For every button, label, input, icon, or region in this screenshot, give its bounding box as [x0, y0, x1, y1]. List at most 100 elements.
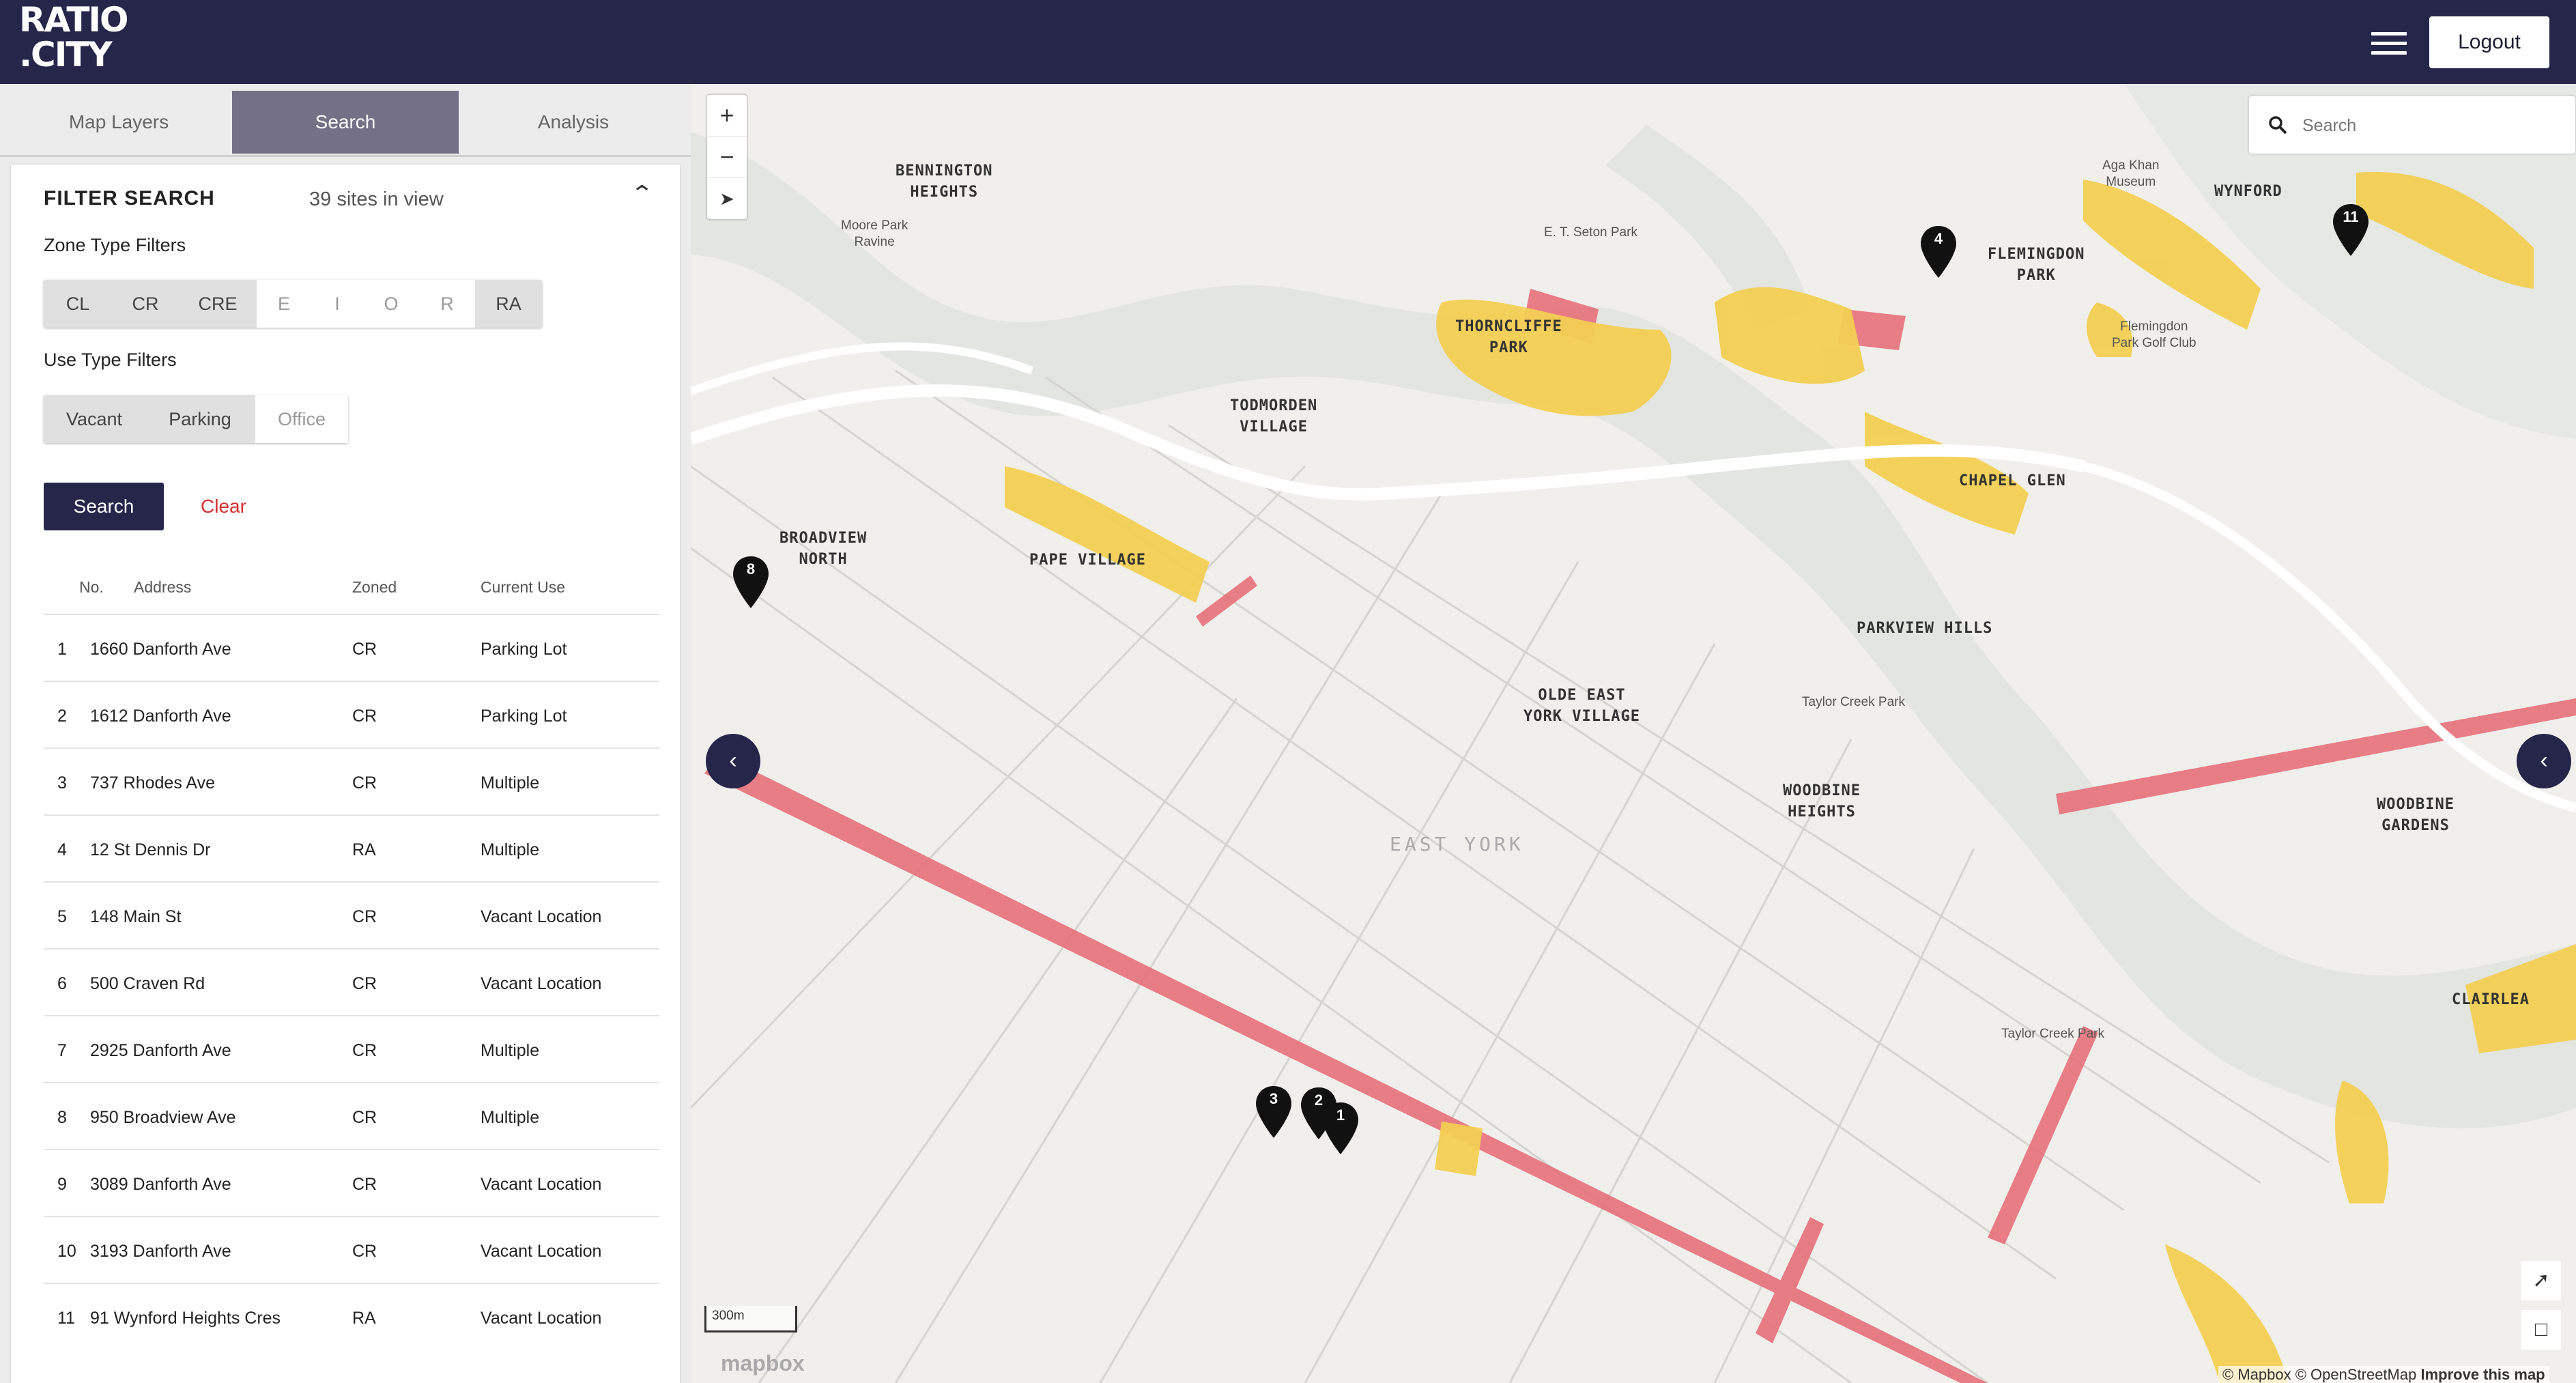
site-marker[interactable]: 4 — [1919, 225, 1958, 279]
row-number: 1 — [57, 640, 67, 659]
row-current-use: Multiple — [481, 840, 540, 859]
column-header-no: No. — [79, 578, 104, 596]
zone-filter-e[interactable]: E — [257, 280, 311, 328]
site-marker[interactable]: 3 — [1255, 1085, 1293, 1139]
site-marker[interactable]: 8 — [732, 555, 770, 610]
zone-filter-cl[interactable]: CL — [44, 280, 112, 328]
collapse-sidebar-button[interactable]: ‹ — [706, 734, 760, 788]
table-row[interactable]: 7 2925 Danforth Ave CR Multiple — [44, 1015, 659, 1083]
place-label: BROADVIEW NORTH — [779, 530, 868, 568]
row-address: 148 Main St — [90, 907, 182, 926]
row-address: 1612 Danforth Ave — [90, 707, 231, 726]
compass-icon[interactable]: ➤ — [707, 178, 747, 219]
row-address: 12 St Dennis Dr — [90, 840, 211, 859]
tab-search[interactable]: Search — [232, 91, 459, 154]
expand-right-panel-button[interactable]: ‹ — [2517, 734, 2571, 788]
place-label: PARKVIEW HILLS — [1857, 620, 1993, 637]
table-row[interactable]: 5 148 Main St CR Vacant Location — [44, 881, 659, 950]
row-current-use: Multiple — [481, 1041, 540, 1060]
row-zoned: CR — [352, 974, 377, 993]
row-current-use: Vacant Location — [481, 1309, 602, 1328]
table-row[interactable]: 4 12 St Dennis Dr RA Multiple — [44, 814, 659, 883]
use-filter-office[interactable]: Office — [255, 395, 348, 443]
table-row[interactable]: 11 91 Wynford Heights Cres RA Vacant Locati… — [44, 1283, 659, 1351]
map-scale-bar: 300m — [704, 1306, 797, 1332]
chevron-up-icon[interactable]: ⌃ — [630, 182, 654, 205]
row-number: 7 — [57, 1041, 67, 1060]
clear-button[interactable]: Clear — [201, 496, 246, 517]
place-label: E. T. Seton Park — [1544, 225, 1637, 240]
table-row[interactable]: 1 1660 Danforth Ave CR Parking Lot — [44, 614, 659, 682]
row-current-use: Vacant Location — [481, 974, 602, 993]
row-zoned: CR — [352, 907, 377, 926]
row-number: 5 — [57, 907, 67, 926]
hamburger-icon[interactable] — [2371, 32, 2407, 55]
map-view[interactable]: + − ➤ ‹ ‹ BENNINGTONHEIGHTS Moore ParkRa… — [691, 84, 2576, 1383]
table-row[interactable]: 3 737 Rhodes Ave CR Multiple — [44, 747, 659, 816]
zone-filter-cre[interactable]: CRE — [179, 280, 257, 328]
row-number: 4 — [57, 840, 67, 859]
place-label: Flemingdon Park Golf Club — [2112, 319, 2196, 350]
place-label: TODMORDEN VILLAGE — [1230, 397, 1318, 436]
sidebar: Map Layers Search Analysis FILTER SEARCH… — [0, 84, 691, 1383]
mapbox-logo[interactable]: mapbox — [721, 1351, 805, 1376]
map-canvas — [691, 84, 2576, 1383]
site-marker[interactable]: 11 — [2332, 203, 2370, 257]
zone-type-label: Zone Type Filters — [44, 235, 186, 255]
search-button[interactable]: Search — [44, 483, 164, 530]
logo-line-2: .CITY — [19, 35, 113, 74]
row-zoned: CR — [352, 1041, 377, 1060]
use-filter-parking[interactable]: Parking — [145, 395, 255, 443]
row-current-use: Parking Lot — [481, 640, 567, 659]
use-filter-vacant[interactable]: Vacant — [44, 395, 145, 443]
top-navbar: RATIO .CITY Logout — [0, 0, 2576, 84]
attribution-text: © Mapbox © OpenStreetMap — [2222, 1366, 2417, 1383]
logout-button[interactable]: Logout — [2429, 16, 2549, 68]
row-current-use: Parking Lot — [481, 707, 567, 726]
site-marker[interactable]: 1 — [1321, 1101, 1360, 1156]
row-number: 6 — [57, 974, 67, 993]
ratio-city-logo[interactable]: RATIO .CITY — [19, 3, 129, 74]
table-row[interactable]: 9 3089 Danforth Ave CR Vacant Location — [44, 1149, 659, 1217]
row-zoned: RA — [352, 1309, 376, 1328]
table-row[interactable]: 10 3193 Danforth Ave CR Vacant Location — [44, 1216, 659, 1284]
draw-polygon-icon[interactable]: □ — [2521, 1310, 2561, 1350]
table-row[interactable]: 8 950 Broadview Ave CR Multiple — [44, 1082, 659, 1150]
row-zoned: CR — [352, 773, 377, 793]
place-label: Taylor Creek Park — [1802, 695, 1905, 709]
row-address: 2925 Danforth Ave — [90, 1041, 231, 1060]
row-address: 737 Rhodes Ave — [90, 773, 216, 793]
place-label: Taylor Creek Park — [2001, 1027, 2104, 1041]
filter-title: FILTER SEARCH — [44, 187, 215, 210]
place-label: Moore Park Ravine — [841, 218, 908, 249]
zoom-out-button[interactable]: − — [707, 137, 747, 178]
sidebar-tabs: Map Layers Search Analysis — [0, 84, 691, 157]
row-address: 500 Craven Rd — [90, 974, 205, 993]
map-search-box — [2249, 96, 2575, 154]
row-zoned: CR — [352, 1242, 377, 1261]
tab-map-layers[interactable]: Map Layers — [5, 91, 232, 154]
zone-filter-i[interactable]: I — [311, 280, 363, 328]
row-number: 11 — [57, 1309, 75, 1328]
row-number: 10 — [57, 1242, 76, 1261]
measure-line-icon[interactable]: ➚ — [2521, 1261, 2561, 1300]
zone-type-filter-group: CL CR CRE E I O R RA — [44, 280, 542, 328]
row-address: 950 Broadview Ave — [90, 1108, 236, 1127]
row-current-use: Multiple — [481, 1108, 540, 1127]
place-label: WYNFORD — [2214, 183, 2282, 200]
zoom-in-button[interactable]: + — [707, 95, 747, 137]
improve-map-link[interactable]: Improve this map — [2420, 1366, 2545, 1383]
tab-analysis[interactable]: Analysis — [460, 91, 687, 154]
zone-filter-ra[interactable]: RA — [475, 280, 542, 328]
zone-filter-cr[interactable]: CR — [112, 280, 179, 328]
table-row[interactable]: 2 1612 Danforth Ave CR Parking Lot — [44, 681, 659, 749]
place-label: THORNCLIFFE PARK — [1455, 318, 1562, 356]
use-type-label: Use Type Filters — [44, 350, 177, 370]
row-current-use: Vacant Location — [481, 1175, 602, 1194]
zone-filter-r[interactable]: R — [419, 280, 475, 328]
zone-filter-o[interactable]: O — [363, 280, 419, 328]
table-row[interactable]: 6 500 Craven Rd CR Vacant Location — [44, 948, 659, 1016]
row-address: 1660 Danforth Ave — [90, 640, 231, 659]
row-zoned: CR — [352, 1175, 377, 1194]
map-search-input[interactable] — [2301, 111, 2563, 140]
